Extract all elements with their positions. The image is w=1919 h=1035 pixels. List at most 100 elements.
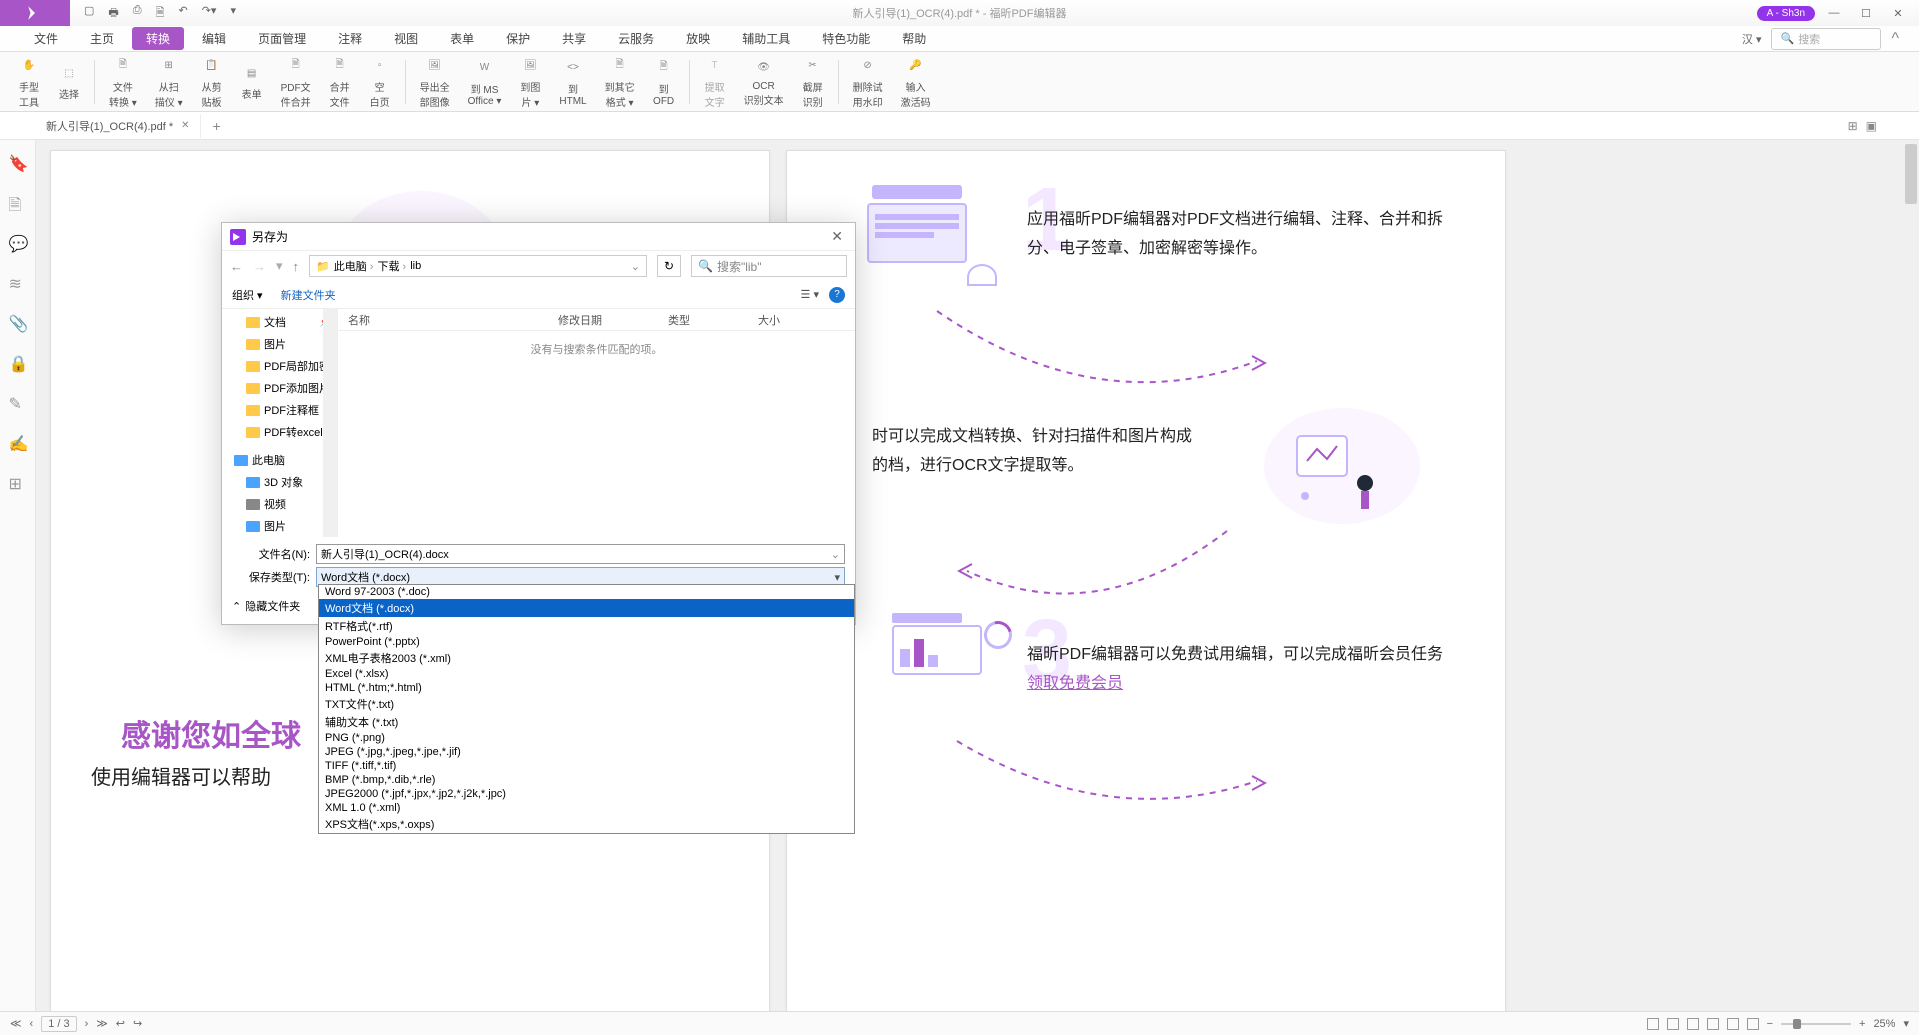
menu-view[interactable]: 视图 bbox=[380, 27, 432, 50]
filetype-option[interactable]: XML 1.0 (*.xml) bbox=[319, 801, 854, 815]
ribbon-export-images[interactable]: 🖼导出全 部图像 bbox=[412, 53, 458, 111]
scrollbar-thumb[interactable] bbox=[1905, 144, 1917, 204]
filetype-option[interactable]: Excel (*.xlsx) bbox=[319, 667, 854, 681]
filetype-option[interactable]: 辅助文本 (*.txt) bbox=[319, 713, 854, 731]
qat-more-icon[interactable]: ▾ bbox=[230, 4, 236, 23]
nav-recent-button[interactable]: ▾ bbox=[276, 258, 283, 274]
ribbon-pdf-merge[interactable]: 🗎PDF文 件合并 bbox=[273, 53, 319, 111]
menu-comment[interactable]: 注释 bbox=[324, 27, 376, 50]
view-mode-2[interactable] bbox=[1667, 1018, 1679, 1030]
last-page-button[interactable]: ≫ bbox=[96, 1017, 108, 1030]
filetype-option[interactable]: JPEG (*.jpg,*.jpeg,*.jpe,*.jif) bbox=[319, 745, 854, 759]
maximize-button[interactable]: ☐ bbox=[1853, 3, 1879, 23]
close-button[interactable]: ✕ bbox=[1885, 3, 1911, 23]
col-type[interactable]: 类型 bbox=[658, 312, 748, 328]
tree-item[interactable]: 图片 bbox=[222, 333, 337, 355]
document-tab[interactable]: 新人引导(1)_OCR(4).pdf * ✕ bbox=[36, 114, 201, 138]
nav-forward-button[interactable]: → bbox=[253, 259, 266, 274]
save-icon[interactable]: 🖶 bbox=[108, 4, 118, 23]
menu-file[interactable]: 文件 bbox=[20, 27, 72, 50]
page-indicator[interactable]: 1 / 3 bbox=[41, 1016, 76, 1032]
filetype-option[interactable]: Word文档 (*.docx) bbox=[319, 599, 854, 617]
ribbon-to-html[interactable]: <>到 HTML bbox=[551, 55, 594, 109]
new-folder-button[interactable]: 新建文件夹 bbox=[281, 287, 336, 303]
prev-page-button[interactable]: ‹ bbox=[30, 1018, 34, 1030]
view-mode-5[interactable] bbox=[1727, 1018, 1739, 1030]
zoom-level[interactable]: 25% bbox=[1873, 1018, 1895, 1030]
filetype-option[interactable]: XML电子表格2003 (*.xml) bbox=[319, 649, 854, 667]
lang-icon[interactable]: 汉 ▾ bbox=[1742, 31, 1762, 47]
chevron-down-icon[interactable]: ⌄ bbox=[831, 548, 840, 561]
attach-icon[interactable]: 📎 bbox=[9, 314, 27, 332]
menu-play[interactable]: 放映 bbox=[672, 27, 724, 50]
filetype-dropdown[interactable]: Word 97-2003 (*.doc) Word文档 (*.docx) RTF… bbox=[318, 584, 855, 834]
path-dropdown-icon[interactable]: ⌄ bbox=[631, 260, 640, 273]
free-member-link[interactable]: 领取免费会员 bbox=[1027, 675, 1123, 692]
menu-aux[interactable]: 辅助工具 bbox=[728, 27, 804, 50]
doc-icon[interactable]: 🗎 bbox=[156, 4, 165, 23]
zoom-in-button[interactable]: + bbox=[1859, 1018, 1865, 1030]
tree-item[interactable]: 3D 对象 bbox=[222, 471, 337, 493]
bookmark-icon[interactable]: 🔖 bbox=[9, 154, 27, 172]
menu-search[interactable]: 🔍搜索 bbox=[1771, 28, 1881, 50]
filetype-option[interactable]: JPEG2000 (*.jpf,*.jpx,*.jp2,*.j2k,*.jpc) bbox=[319, 787, 854, 801]
open-icon[interactable]: ▢ bbox=[84, 4, 94, 23]
pages-icon[interactable]: 🗎 bbox=[9, 194, 27, 212]
layers-icon[interactable]: ≋ bbox=[9, 274, 27, 292]
view-mode-4[interactable] bbox=[1707, 1018, 1719, 1030]
menu-home[interactable]: 主页 bbox=[76, 27, 128, 50]
ribbon-to-office[interactable]: W到 MS Office ▾ bbox=[460, 55, 510, 109]
menu-protect[interactable]: 保护 bbox=[492, 27, 544, 50]
ribbon-form[interactable]: ▤表单 bbox=[233, 60, 271, 103]
tree-item[interactable]: 文档📌 bbox=[222, 311, 337, 333]
col-size[interactable]: 大小 bbox=[748, 312, 790, 328]
tree-item-pc[interactable]: 此电脑 bbox=[222, 449, 337, 471]
vertical-scrollbar[interactable] bbox=[1903, 140, 1919, 1011]
ribbon-clipboard[interactable]: 📋从剪 贴板 bbox=[193, 53, 231, 111]
refresh-button[interactable]: ↻ bbox=[657, 255, 681, 277]
more-icon[interactable]: ⊞ bbox=[9, 474, 27, 492]
filetype-option[interactable]: BMP (*.bmp,*.dib,*.rle) bbox=[319, 773, 854, 787]
tree-item[interactable]: PDF注释框 bbox=[222, 399, 337, 421]
folder-tree[interactable]: 文档📌 图片 PDF局部加密、P PDF添加图片 PDF注释框 PDF转exce… bbox=[222, 309, 338, 537]
file-list[interactable]: 名称 修改日期 类型 大小 没有与搜索条件匹配的项。 bbox=[338, 309, 855, 537]
filetype-option[interactable]: HTML (*.htm;*.html) bbox=[319, 681, 854, 695]
nav-back-button[interactable]: ← bbox=[230, 259, 243, 274]
zoom-dropdown-icon[interactable]: ▾ bbox=[1903, 1017, 1909, 1030]
view-full-icon[interactable]: ▣ bbox=[1866, 119, 1877, 133]
menu-share[interactable]: 共享 bbox=[548, 27, 600, 50]
fwd-view-button[interactable]: ↪ bbox=[133, 1017, 142, 1030]
new-tab-button[interactable]: + bbox=[201, 118, 233, 134]
menu-form[interactable]: 表单 bbox=[436, 27, 488, 50]
ribbon-hand[interactable]: ✋手型 工具 bbox=[10, 53, 48, 111]
print-icon[interactable]: ⎙ bbox=[133, 4, 142, 23]
help-button[interactable]: ? bbox=[829, 287, 845, 303]
ribbon-ocr[interactable]: 👁OCR 识别文本 bbox=[736, 55, 792, 109]
collapse-ribbon-icon[interactable]: ^ bbox=[1891, 30, 1899, 48]
view-mode-1[interactable] bbox=[1647, 1018, 1659, 1030]
ribbon-file-convert[interactable]: 🗎文件 转换 ▾ bbox=[101, 53, 145, 111]
folder-search[interactable]: 🔍搜索"lib" bbox=[691, 255, 847, 277]
col-name[interactable]: 名称 bbox=[338, 312, 548, 328]
user-badge[interactable]: A - Sh3n bbox=[1757, 6, 1815, 21]
hide-folders-toggle[interactable]: ⌃隐藏文件夹 bbox=[232, 598, 300, 614]
breadcrumb[interactable]: 此电脑 bbox=[334, 258, 374, 274]
first-page-button[interactable]: ≪ bbox=[10, 1017, 22, 1030]
tree-item[interactable]: PDF局部加密、P bbox=[222, 355, 337, 377]
ribbon-blank[interactable]: ▫空 白页 bbox=[361, 53, 399, 111]
menu-feature[interactable]: 特色功能 bbox=[808, 27, 884, 50]
menu-convert[interactable]: 转换 bbox=[132, 27, 184, 50]
filetype-option[interactable]: TXT文件(*.txt) bbox=[319, 695, 854, 713]
filename-input[interactable]: 新人引导(1)_OCR(4).docx⌄ bbox=[316, 544, 845, 564]
menu-cloud[interactable]: 云服务 bbox=[604, 27, 668, 50]
tree-item[interactable]: 图片 bbox=[222, 515, 337, 537]
breadcrumb[interactable]: lib bbox=[410, 260, 421, 272]
dialog-titlebar[interactable]: 另存为 ✕ bbox=[222, 223, 855, 251]
ribbon-screenshot[interactable]: ✂截屏 识别 bbox=[794, 53, 832, 111]
view-mode-3[interactable] bbox=[1687, 1018, 1699, 1030]
sig-icon[interactable]: ✍ bbox=[9, 434, 27, 452]
back-view-button[interactable]: ↩ bbox=[116, 1017, 125, 1030]
dialog-close-button[interactable]: ✕ bbox=[827, 228, 847, 245]
view-options-button[interactable]: ☰ ▾ bbox=[801, 288, 819, 301]
menu-help[interactable]: 帮助 bbox=[888, 27, 940, 50]
